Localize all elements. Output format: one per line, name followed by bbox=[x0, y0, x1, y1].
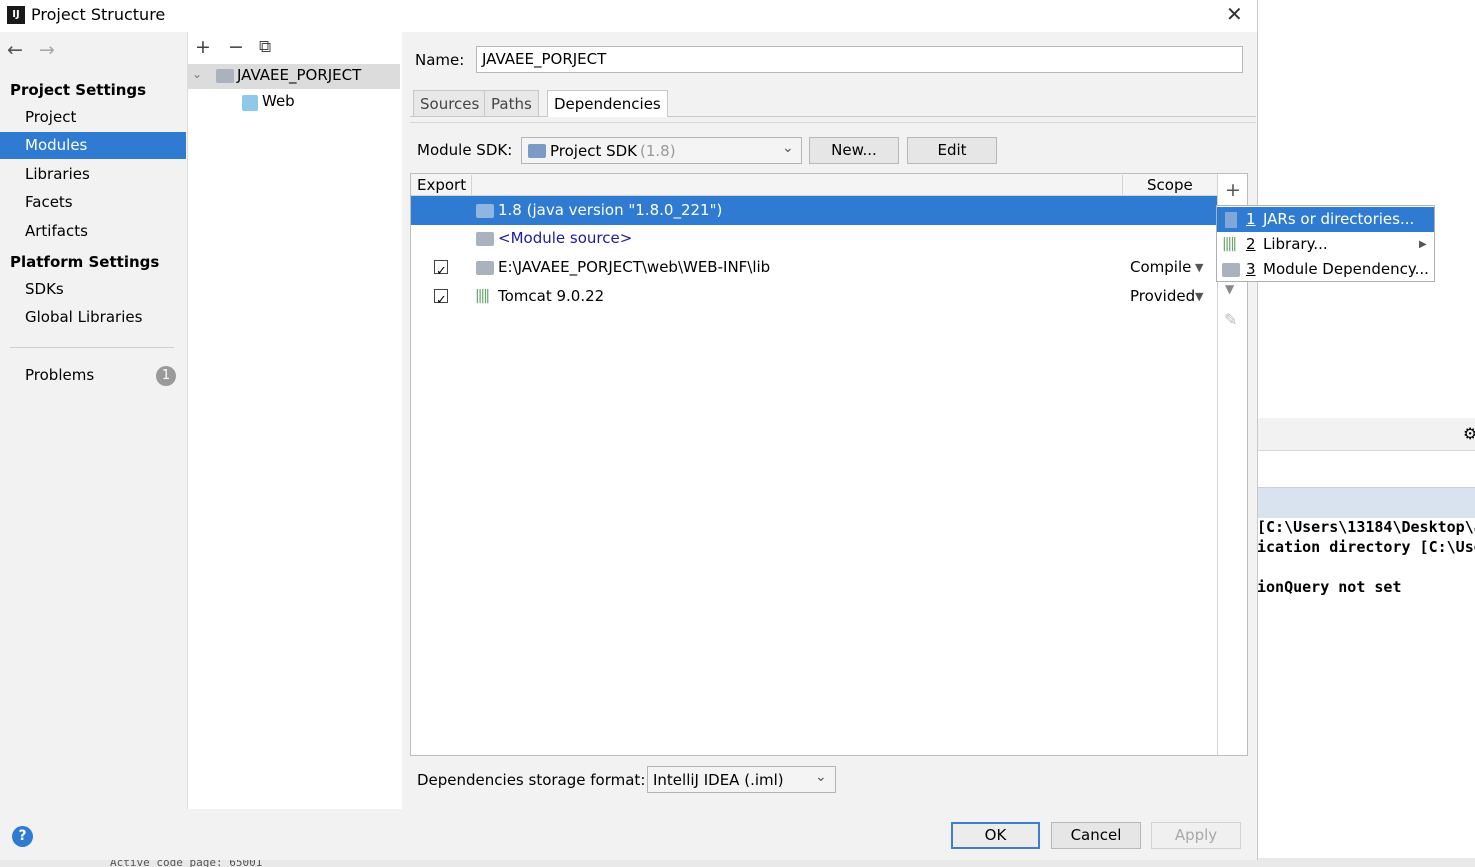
background-tab bbox=[1257, 488, 1475, 518]
tab-sources[interactable]: Sources bbox=[413, 90, 487, 116]
sdk-value: Project SDK bbox=[550, 142, 637, 160]
name-field[interactable]: JAVAEE_PORJECT bbox=[476, 46, 1243, 73]
ok-button[interactable]: OK bbox=[951, 822, 1040, 849]
column-separator bbox=[1122, 175, 1123, 195]
copy-icon[interactable]: ⧉ bbox=[259, 37, 271, 57]
popup-item-label: Library... bbox=[1263, 235, 1328, 253]
nav-item-libraries[interactable]: Libraries bbox=[0, 161, 186, 188]
nav-item-sdks[interactable]: SDKs bbox=[0, 276, 186, 303]
chevron-down-icon: ⌄ bbox=[815, 769, 827, 785]
help-icon[interactable]: ? bbox=[12, 826, 33, 847]
storage-format-combo[interactable]: IntelliJ IDEA (.iml) ⌄ bbox=[647, 766, 836, 793]
chevron-down-icon[interactable]: ⌄ bbox=[192, 67, 202, 81]
tab-divider bbox=[410, 122, 1256, 123]
apply-button[interactable]: Apply bbox=[1151, 822, 1241, 849]
module-sdk-label: Module SDK: bbox=[417, 141, 513, 159]
table-row[interactable]: ✓ E:\JAVAEE_PORJECT\web\WEB-INF\lib Comp… bbox=[411, 253, 1217, 282]
column-export[interactable]: Export bbox=[417, 176, 466, 194]
project-settings-heading: Project Settings bbox=[10, 81, 147, 99]
scope-value[interactable]: Provided bbox=[1130, 282, 1195, 311]
module-sdk-combo[interactable]: Project SDK (1.8) ⌄ bbox=[521, 137, 802, 164]
table-row[interactable]: ✓ |||‖ Tomcat 9.0.22 Provided ▼ bbox=[411, 282, 1217, 311]
tab-paths[interactable]: Paths bbox=[484, 90, 539, 116]
popup-item-number: 2 bbox=[1246, 235, 1256, 253]
edit-pencil-icon[interactable]: ✎ bbox=[1224, 310, 1237, 329]
export-checkbox[interactable]: ✓ bbox=[434, 260, 448, 279]
new-sdk-button[interactable]: New... bbox=[809, 137, 899, 164]
column-scope[interactable]: Scope bbox=[1147, 176, 1193, 194]
nav-divider bbox=[10, 347, 174, 348]
column-separator bbox=[471, 175, 472, 195]
popup-item-label: JARs or directories... bbox=[1263, 210, 1415, 228]
module-folder-icon bbox=[1222, 263, 1240, 277]
popup-item-number: 3 bbox=[1246, 260, 1256, 278]
nav-item-facets[interactable]: Facets bbox=[0, 189, 186, 216]
window-title: Project Structure bbox=[31, 5, 166, 24]
intellij-logo-icon: IJ bbox=[7, 6, 25, 24]
library-icon: |||‖ bbox=[475, 288, 490, 304]
scope-value[interactable]: Compile bbox=[1130, 253, 1191, 282]
problems-count-badge: 1 bbox=[156, 366, 176, 386]
add-dependency-icon[interactable]: + bbox=[1225, 179, 1241, 201]
popup-item-number: 1 bbox=[1246, 210, 1256, 228]
background-toolbar: ⚙ bbox=[1257, 418, 1475, 451]
back-icon[interactable]: ← bbox=[7, 39, 23, 61]
sdk-version: (1.8) bbox=[640, 142, 676, 160]
tree-module-label: JAVAEE_PORJECT bbox=[237, 66, 362, 84]
tab-baseline bbox=[410, 116, 1256, 117]
sdk-folder-icon bbox=[476, 204, 494, 218]
add-icon[interactable]: + bbox=[195, 36, 211, 58]
name-label: Name: bbox=[415, 51, 465, 69]
nav-item-artifacts[interactable]: Artifacts bbox=[0, 218, 186, 245]
popup-item-module-dependency[interactable]: 3 Module Dependency... bbox=[1217, 257, 1434, 282]
dropdown-arrow-icon[interactable]: ▼ bbox=[1195, 282, 1203, 311]
submenu-arrow-icon: ▶ bbox=[1419, 239, 1427, 250]
popup-item-jars[interactable]: 1 JARs or directories... bbox=[1217, 207, 1434, 232]
dropdown-arrow-icon[interactable]: ▼ bbox=[1195, 253, 1203, 282]
nav-item-project[interactable]: Project bbox=[0, 104, 186, 131]
move-down-icon[interactable]: ▼ bbox=[1225, 282, 1234, 296]
module-folder-icon bbox=[216, 69, 234, 83]
module-tree-panel bbox=[187, 32, 403, 809]
jar-icon bbox=[1225, 212, 1237, 228]
dependency-name: Tomcat 9.0.22 bbox=[498, 287, 605, 305]
title-bar: IJ Project Structure ✕ bbox=[0, 0, 1257, 32]
dependency-name: 1.8 (java version "1.8.0_221") bbox=[498, 201, 723, 219]
chevron-down-icon: ⌄ bbox=[782, 140, 794, 156]
forward-icon[interactable]: → bbox=[39, 39, 55, 61]
popup-item-library[interactable]: |||‖ 2 Library... ▶ bbox=[1217, 232, 1434, 257]
web-facet-icon bbox=[242, 95, 258, 111]
cancel-button[interactable]: Cancel bbox=[1051, 822, 1141, 849]
sdk-folder-icon bbox=[528, 144, 546, 158]
folder-icon bbox=[476, 261, 494, 275]
popup-item-label: Module Dependency... bbox=[1263, 260, 1429, 278]
folder-icon bbox=[476, 232, 494, 246]
table-row[interactable]: 1.8 (java version "1.8.0_221") bbox=[411, 196, 1217, 225]
console-line-2: ication directory [C:\Use bbox=[1257, 538, 1475, 556]
console-line-3: ionQuery not set bbox=[1257, 578, 1402, 596]
table-row[interactable]: <Module source> bbox=[411, 224, 1217, 253]
storage-format-label: Dependencies storage format: bbox=[417, 771, 646, 789]
table-header bbox=[411, 174, 1217, 196]
platform-settings-heading: Platform Settings bbox=[10, 253, 160, 271]
library-icon: |||‖ bbox=[1222, 236, 1237, 252]
tab-dependencies[interactable]: Dependencies bbox=[547, 90, 668, 117]
dependency-name: <Module source> bbox=[498, 229, 633, 247]
nav-item-modules[interactable]: Modules bbox=[0, 132, 186, 159]
background-header bbox=[1257, 451, 1475, 488]
edit-sdk-button[interactable]: Edit bbox=[907, 137, 997, 164]
gear-icon[interactable]: ⚙ bbox=[1463, 424, 1475, 443]
storage-format-value: IntelliJ IDEA (.iml) bbox=[653, 771, 784, 789]
tree-facet-label[interactable]: Web bbox=[262, 92, 295, 110]
remove-icon[interactable]: − bbox=[228, 36, 244, 58]
dependency-name: E:\JAVAEE_PORJECT\web\WEB-INF\lib bbox=[498, 258, 771, 276]
nav-item-global-libraries[interactable]: Global Libraries bbox=[0, 304, 186, 331]
close-icon[interactable]: ✕ bbox=[1226, 2, 1243, 26]
export-checkbox[interactable]: ✓ bbox=[434, 289, 448, 308]
console-line-1: [C:\Users\13184\Desktop\a bbox=[1257, 518, 1475, 536]
